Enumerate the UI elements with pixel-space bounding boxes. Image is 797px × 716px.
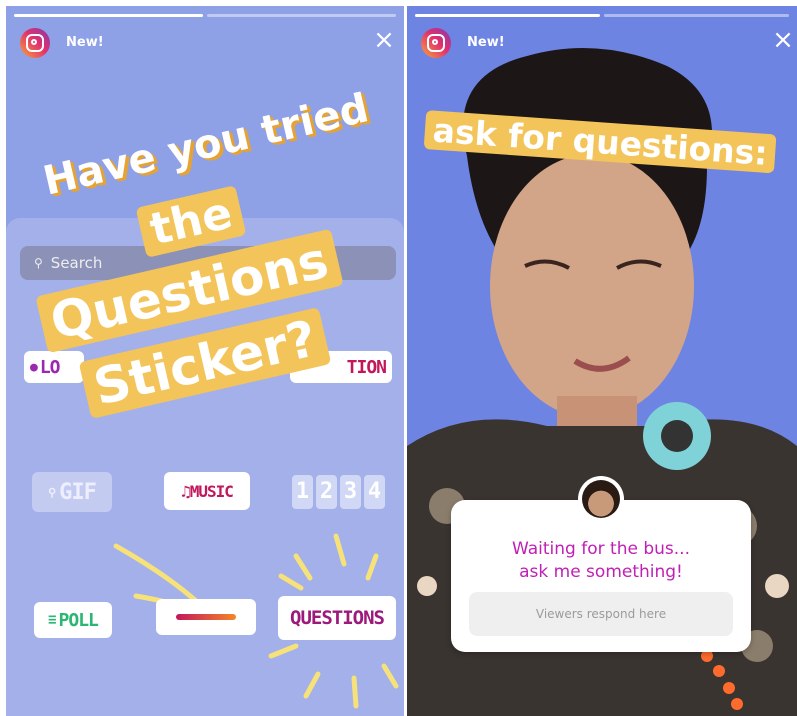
music-sticker[interactable]: ♫ MUSIC	[164, 472, 250, 510]
story-header-label: New!	[467, 35, 505, 50]
questions-sticker-label: QUESTIONS	[290, 607, 385, 629]
poll-sticker[interactable]: ≡ POLL	[34, 602, 112, 638]
questions-prompt-line-2: ask me something!	[519, 562, 683, 582]
progress-segment	[415, 14, 600, 17]
gif-sticker-label: GIF	[59, 479, 97, 505]
questions-sticker-card[interactable]: Waiting for the bus... ask me something!…	[451, 500, 751, 652]
gif-sticker[interactable]: ⚲ GIF	[32, 472, 112, 512]
question-response-input[interactable]: Viewers respond here	[469, 592, 733, 636]
progress-segment	[14, 14, 203, 17]
location-sticker[interactable]: ● LO	[24, 351, 84, 383]
story-header-label: New!	[66, 35, 104, 50]
countdown-digit: 3	[339, 475, 361, 509]
mention-sticker[interactable]: TION	[290, 351, 392, 383]
instagram-icon[interactable]	[421, 28, 451, 58]
story-progress-bar	[14, 14, 396, 17]
search-input[interactable]: ⚲ Search	[20, 246, 396, 280]
close-icon[interactable]: ×	[771, 27, 795, 53]
story-comparison: New! × ⚲ Search ● LO TION ⚲ GIF ♫ MUSIC …	[0, 0, 797, 716]
search-icon: ⚲	[34, 256, 43, 270]
poll-icon: ≡	[48, 612, 57, 628]
poll-sticker-label: POLL	[58, 609, 99, 631]
right-story-panel: New! × ask for questions: Waiting for th…	[407, 6, 797, 716]
search-icon: ⚲	[48, 485, 56, 499]
emoji-slider-sticker[interactable]	[156, 599, 256, 635]
countdown-sticker[interactable]: 1 2 3 4	[290, 472, 386, 512]
location-sticker-label: LO	[39, 356, 61, 378]
music-sticker-label: MUSIC	[189, 481, 234, 501]
headline-line-1: Have you tried	[39, 85, 373, 205]
questions-prompt: Waiting for the bus... ask me something!	[451, 538, 751, 584]
countdown-digit: 2	[315, 475, 337, 509]
music-note-icon: ♫	[181, 481, 191, 501]
avatar	[578, 476, 624, 522]
mention-sticker-label: TION	[346, 356, 387, 378]
location-pin-icon: ●	[30, 359, 38, 375]
countdown-digit: 1	[291, 475, 313, 509]
questions-prompt-line-1: Waiting for the bus...	[512, 539, 690, 559]
progress-segment	[604, 14, 789, 17]
questions-sticker[interactable]: QUESTIONS	[278, 596, 396, 640]
left-story-panel: New! × ⚲ Search ● LO TION ⚲ GIF ♫ MUSIC …	[6, 6, 404, 716]
progress-segment	[207, 14, 396, 17]
instagram-icon[interactable]	[20, 28, 50, 58]
search-placeholder: Search	[50, 254, 103, 272]
close-icon[interactable]: ×	[372, 27, 396, 53]
countdown-digit: 4	[363, 475, 385, 509]
slider-track	[176, 614, 236, 620]
story-progress-bar	[415, 14, 789, 17]
